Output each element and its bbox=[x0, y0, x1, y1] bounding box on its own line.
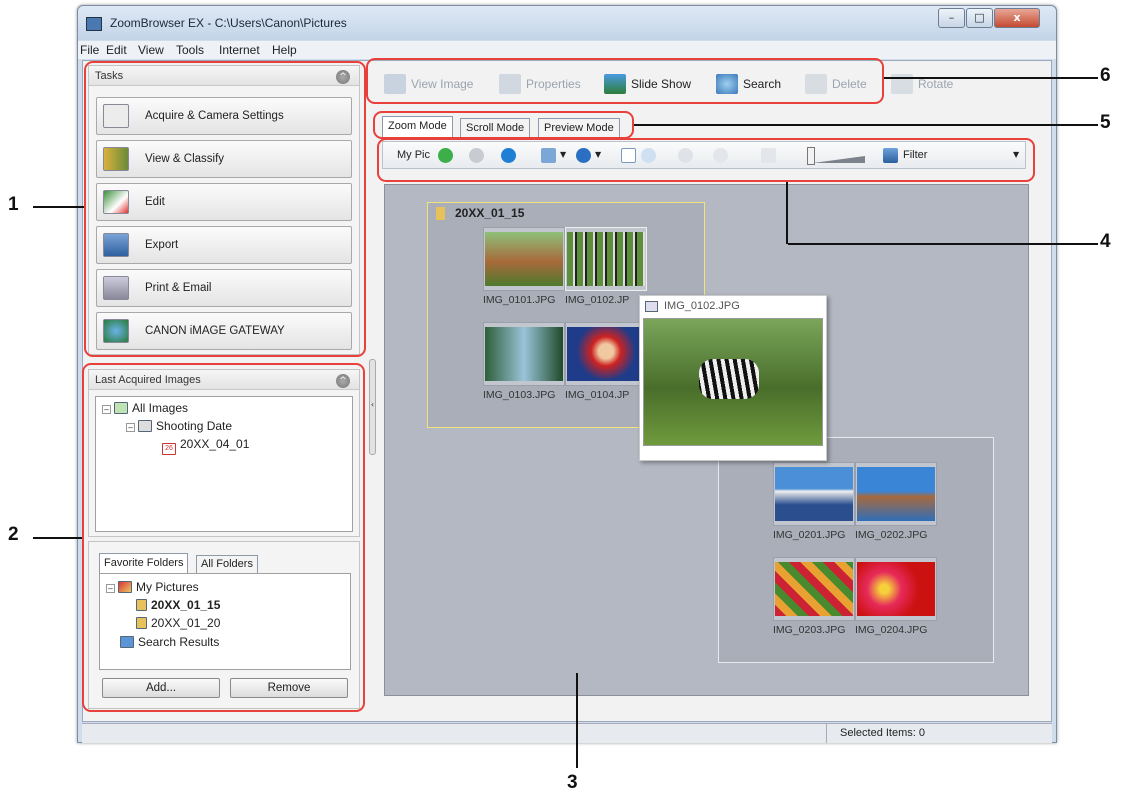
callout-box-4 bbox=[377, 138, 1035, 182]
thumbnail-image bbox=[567, 232, 645, 286]
thumbnail[interactable] bbox=[483, 227, 565, 291]
panel-splitter-handle[interactable]: ‹ bbox=[369, 359, 376, 455]
callout-line bbox=[33, 537, 83, 539]
zebra-shape bbox=[699, 359, 759, 399]
thumbnail-image bbox=[775, 562, 853, 616]
callout-number: 2 bbox=[8, 524, 19, 545]
thumbnail-image bbox=[485, 232, 563, 286]
thumbnail-image bbox=[775, 467, 853, 521]
thumbnail[interactable] bbox=[565, 227, 647, 291]
thumbnail-caption: IMG_0103.JPG bbox=[483, 389, 556, 401]
close-button[interactable]: x bbox=[994, 8, 1040, 28]
menu-internet[interactable]: Internet bbox=[219, 43, 260, 57]
callout-box-1 bbox=[84, 61, 366, 357]
callout-line bbox=[882, 77, 1098, 79]
preview-image bbox=[643, 318, 823, 446]
thumbnail-image bbox=[857, 562, 935, 616]
callout-number: 5 bbox=[1100, 112, 1111, 133]
title-bar[interactable]: ZoomBrowser EX - C:\Users\Canon\Pictures… bbox=[78, 6, 1056, 40]
menu-edit[interactable]: Edit bbox=[106, 43, 127, 57]
menu-view[interactable]: View bbox=[138, 43, 164, 57]
menu-help[interactable]: Help bbox=[272, 43, 297, 57]
callout-line bbox=[788, 243, 1098, 245]
thumbnail-caption: IMG_0204.JPG bbox=[855, 624, 928, 636]
thumbnail-caption: IMG_0102.JP bbox=[565, 294, 630, 306]
thumbnail[interactable] bbox=[773, 557, 855, 621]
callout-line bbox=[33, 206, 85, 208]
app-icon bbox=[86, 17, 102, 31]
callout-line bbox=[576, 673, 578, 768]
folder-icon bbox=[436, 207, 445, 220]
callout-number: 4 bbox=[1100, 231, 1111, 252]
window-title: ZoomBrowser EX - C:\Users\Canon\Pictures bbox=[110, 16, 347, 30]
folder-group-2[interactable]: IMG_0201.JPG IMG_0202.JPG IMG_0203.JPG I… bbox=[718, 437, 994, 663]
image-file-icon bbox=[645, 301, 658, 312]
thumbnail-image bbox=[485, 327, 563, 381]
toolbar-label: Rotate bbox=[918, 77, 954, 91]
group-title: 20XX_01_15 bbox=[455, 206, 525, 220]
status-divider bbox=[826, 724, 827, 743]
callout-box-5 bbox=[373, 111, 634, 139]
menu-file[interactable]: File bbox=[80, 43, 99, 57]
thumbnail-image bbox=[857, 467, 935, 521]
thumbnail-caption: IMG_0201.JPG bbox=[773, 529, 846, 541]
preview-title: IMG_0102.JPG bbox=[664, 300, 740, 312]
preview-popup[interactable]: IMG_0102.JPG bbox=[639, 295, 827, 461]
callout-line bbox=[632, 124, 1098, 126]
thumbnail[interactable] bbox=[565, 322, 647, 386]
minimize-button[interactable]: – bbox=[938, 8, 965, 28]
menu-tools[interactable]: Tools bbox=[176, 43, 204, 57]
menu-bar: File Edit View Tools Internet Help bbox=[78, 41, 1056, 59]
thumbnail[interactable] bbox=[483, 322, 565, 386]
thumbnail[interactable] bbox=[855, 557, 937, 621]
callout-number: 6 bbox=[1100, 65, 1111, 86]
status-bar: Selected Items: 0 bbox=[82, 723, 1052, 743]
thumbnail[interactable] bbox=[855, 462, 937, 526]
callout-box-2 bbox=[82, 363, 365, 712]
thumbnail-image bbox=[567, 327, 645, 381]
callout-line bbox=[786, 182, 788, 244]
image-browser-area[interactable]: 20XX_01_15 IMG_0101.JPG IMG_0102.JP IMG_… bbox=[384, 184, 1029, 696]
callout-number: 3 bbox=[567, 772, 578, 793]
thumbnail-caption: IMG_0101.JPG bbox=[483, 294, 556, 306]
callout-number: 1 bbox=[8, 194, 19, 215]
status-text: Selected Items: 0 bbox=[840, 727, 925, 739]
thumbnail-caption: IMG_0104.JP bbox=[565, 389, 630, 401]
thumbnail[interactable] bbox=[773, 462, 855, 526]
callout-box-6 bbox=[366, 58, 884, 104]
thumbnail-caption: IMG_0203.JPG bbox=[773, 624, 846, 636]
maximize-button[interactable]: □ bbox=[966, 8, 993, 28]
thumbnail-caption: IMG_0202.JPG bbox=[855, 529, 928, 541]
